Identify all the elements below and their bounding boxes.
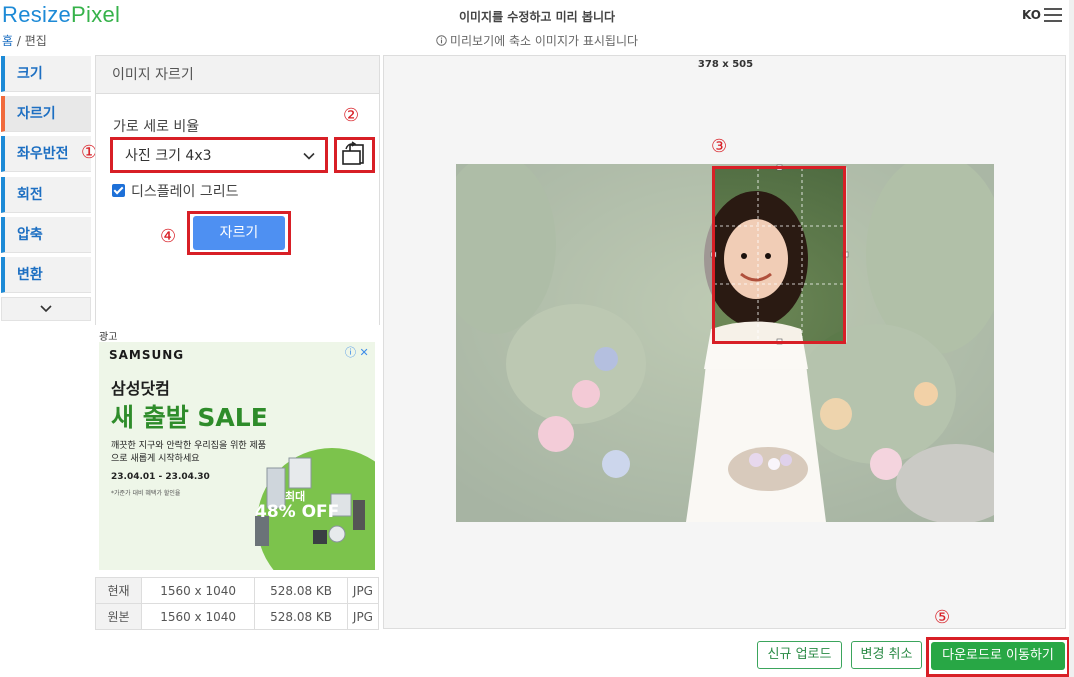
ad-date: 23.04.01 - 23.04.30	[111, 472, 210, 482]
current-size: 528.08 KB	[254, 577, 348, 604]
chevron-down-icon	[40, 305, 52, 313]
new-upload-button[interactable]: 신규 업로드	[757, 641, 842, 669]
ad-body: 깨끗한 지구와 안락한 우리집을 위한 제품으로 새롭게 시작하세요	[111, 441, 267, 464]
page-scrollbar[interactable]	[1069, 0, 1074, 677]
sidebar-item-rotate[interactable]: 회전	[1, 177, 91, 213]
image-info-table: 현재 1560 x 1040 528.08 KB JPG 원본 1560 x 1…	[95, 577, 380, 630]
row-label-original: 원본	[95, 603, 142, 630]
sidebar-item-crop[interactable]: 자르기	[1, 96, 91, 132]
aspect-ratio-label: 가로 세로 비율	[113, 119, 200, 135]
original-dimensions: 1560 x 1040	[140, 603, 256, 630]
crop-panel-title: 이미지 자르기	[96, 56, 379, 94]
rotate-orientation-icon	[342, 141, 364, 165]
image-preview-area: 378 x 505 ③	[383, 55, 1066, 629]
annotation-3: ③	[711, 136, 728, 157]
language-selector[interactable]: KO	[1022, 8, 1041, 22]
sidebar-item-convert[interactable]: 변환	[1, 257, 91, 293]
sidebar-item-compress[interactable]: 압축	[1, 217, 91, 253]
display-grid-checkbox[interactable]: 디스플레이 그리드	[112, 181, 239, 201]
advertisement[interactable]: SAMSUNG ⓘ ✕ 삼성닷컴 새 출발 SALE 깨끗한 지구와 안락한 우…	[99, 342, 375, 570]
adchoices-icon[interactable]: ⓘ ✕	[345, 344, 369, 360]
table-row: 현재 1560 x 1040 528.08 KB JPG	[95, 577, 380, 604]
checkbox-checked-icon[interactable]	[112, 184, 125, 197]
ad-offer: 48% OFF	[255, 502, 340, 522]
hamburger-menu-icon[interactable]	[1044, 8, 1062, 23]
crop-selection-box[interactable]	[712, 166, 846, 344]
crop-button[interactable]: 자르기	[193, 216, 285, 250]
annotation-5: ⑤	[934, 607, 951, 628]
ad-label: 광고	[99, 332, 118, 343]
crop-dimensions: 378 x 505	[697, 59, 754, 70]
page-title: 이미지를 수정하고 미리 봅니다	[458, 10, 616, 24]
original-size: 528.08 KB	[254, 603, 348, 630]
sidebar-item-flip[interactable]: 좌우반전	[1, 136, 91, 172]
info-icon	[436, 35, 447, 46]
annotation-1-frame	[110, 137, 328, 173]
go-to-download-button[interactable]: 다운로드로 이동하기	[931, 642, 1065, 670]
subtitle-text: 미리보기에 축소 이미지가 표시됩니다	[449, 34, 639, 48]
ad-sale-title: 새 출발 SALE	[111, 403, 268, 432]
current-format: JPG	[346, 577, 380, 604]
row-label-current: 현재	[95, 577, 142, 604]
ad-appliances-graphic	[255, 457, 365, 546]
swap-orientation-button[interactable]	[334, 137, 375, 173]
sidebar-item-resize[interactable]: 크기	[1, 56, 91, 92]
cancel-changes-button[interactable]: 변경 취소	[851, 641, 922, 669]
annotation-2: ②	[343, 105, 360, 126]
ad-note: *가준가 대비 혜택가 할인율	[111, 490, 181, 497]
ad-brand: SAMSUNG	[109, 348, 185, 362]
page-subtitle: 미리보기에 축소 이미지가 표시됩니다	[0, 32, 1074, 49]
display-grid-label: 디스플레이 그리드	[131, 184, 239, 200]
annotation-4: ④	[160, 226, 177, 247]
crop-panel: 이미지 자르기 가로 세로 비율 사진 크기 4x3 ② 디스플레이 그리드 ④…	[95, 55, 380, 325]
ad-headline: 삼성닷컴	[111, 379, 170, 398]
original-format: JPG	[346, 603, 380, 630]
current-dimensions: 1560 x 1040	[140, 577, 256, 604]
sidebar-more-button[interactable]	[1, 297, 91, 321]
table-row: 원본 1560 x 1040 528.08 KB JPG	[95, 603, 380, 630]
